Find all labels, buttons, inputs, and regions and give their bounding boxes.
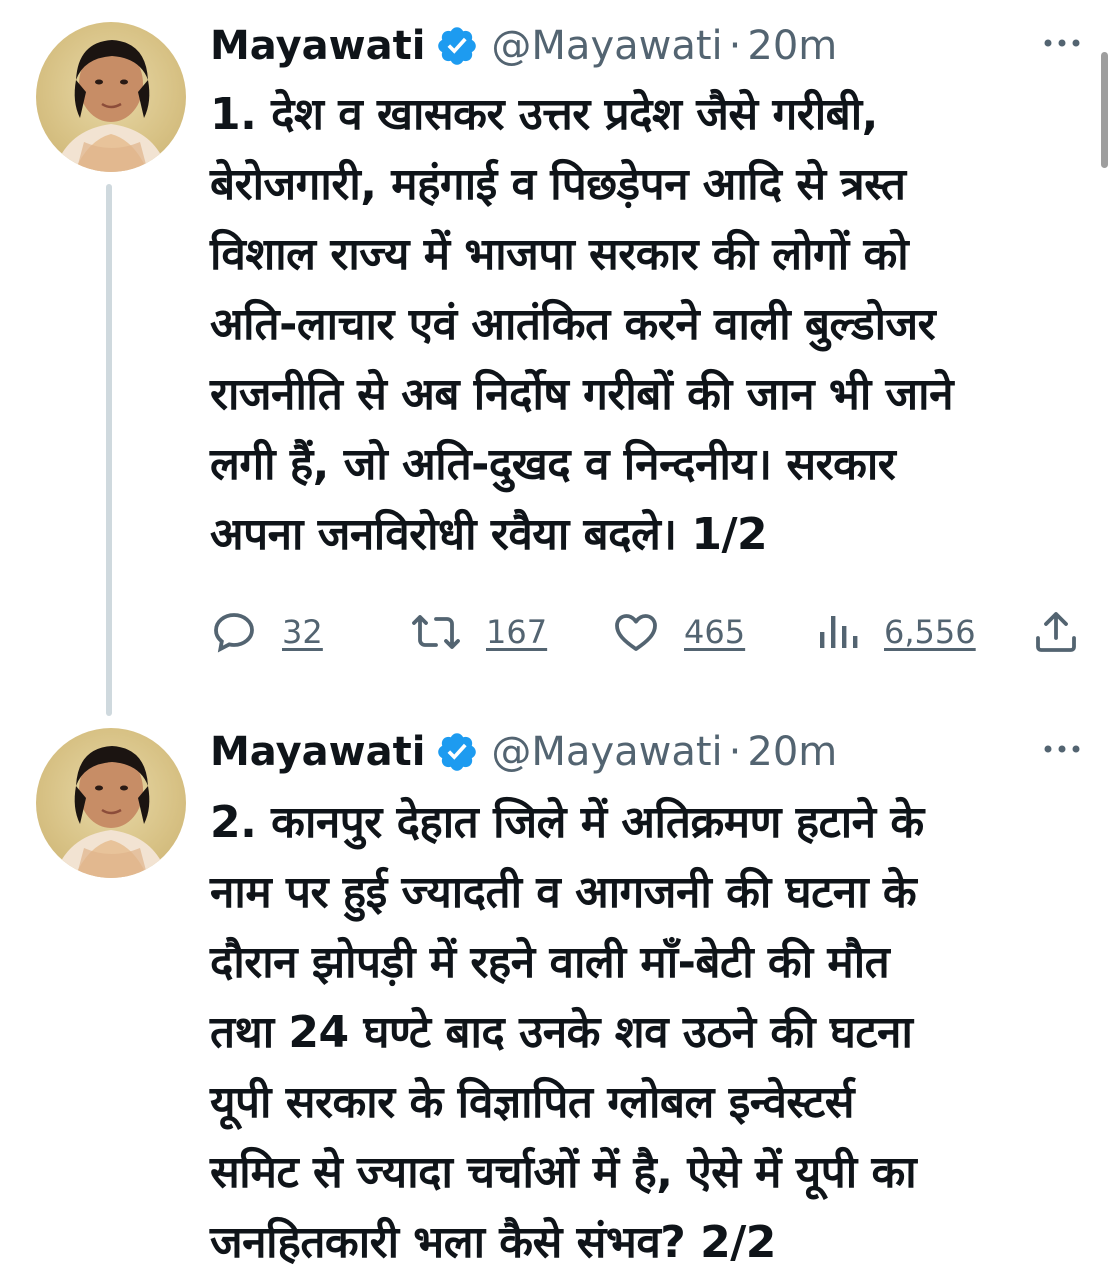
reply-icon (214, 613, 254, 653)
tweet-text: 2. कानपुर देहात जिले में अतिक्रमण हटाने … (210, 797, 924, 1268)
views-button[interactable]: 6,556 (816, 604, 976, 660)
author-name[interactable]: Mayawati (210, 724, 425, 780)
views-icon (820, 616, 858, 648)
views-count: 6,556 (884, 613, 976, 651)
share-button[interactable] (1032, 604, 1104, 660)
verified-badge-icon (438, 27, 477, 65)
share-icon (1036, 612, 1076, 652)
more-dots-icon[interactable] (1040, 734, 1084, 764)
avatar[interactable] (36, 728, 186, 878)
heart-icon (615, 614, 657, 651)
reply-count: 32 (282, 613, 323, 651)
tweet-header: Mayawati @Mayawati · 20m (210, 18, 837, 74)
thread-connector-line (106, 184, 112, 716)
retweet-count: 167 (486, 613, 548, 651)
author-name[interactable]: Mayawati (210, 18, 425, 74)
retweet-button[interactable]: 167 (410, 604, 547, 660)
tweet-text: 1. देश व खासकर उत्तर प्रदेश जैसे गरीबी, … (210, 89, 954, 560)
separator-dot: · (728, 729, 742, 775)
avatar[interactable] (36, 22, 186, 172)
tweet-header: Mayawati @Mayawati · 20m (210, 724, 837, 780)
avatar-portrait-icon (54, 746, 168, 878)
timestamp[interactable]: 20m (747, 724, 837, 780)
tweet[interactable]: Mayawati @Mayawati · 20m 1. देश व खासकर … (0, 0, 1118, 720)
author-handle[interactable]: @Mayawati (491, 724, 722, 780)
tweet-actions: 32 167 465 6,556 (210, 604, 1090, 660)
avatar-portrait-icon (54, 40, 168, 172)
separator-dot: · (728, 23, 742, 69)
like-button[interactable]: 465 (612, 604, 745, 660)
retweet-icon (412, 615, 460, 649)
reply-button[interactable]: 32 (210, 604, 323, 660)
more-dots-icon[interactable] (1040, 28, 1084, 58)
like-count: 465 (684, 613, 746, 651)
timestamp[interactable]: 20m (747, 18, 837, 74)
tweet[interactable]: Mayawati @Mayawati · 20m 2. कानपुर देहात… (0, 720, 1118, 1280)
verified-badge-icon (438, 733, 477, 771)
author-handle[interactable]: @Mayawati (491, 18, 722, 74)
